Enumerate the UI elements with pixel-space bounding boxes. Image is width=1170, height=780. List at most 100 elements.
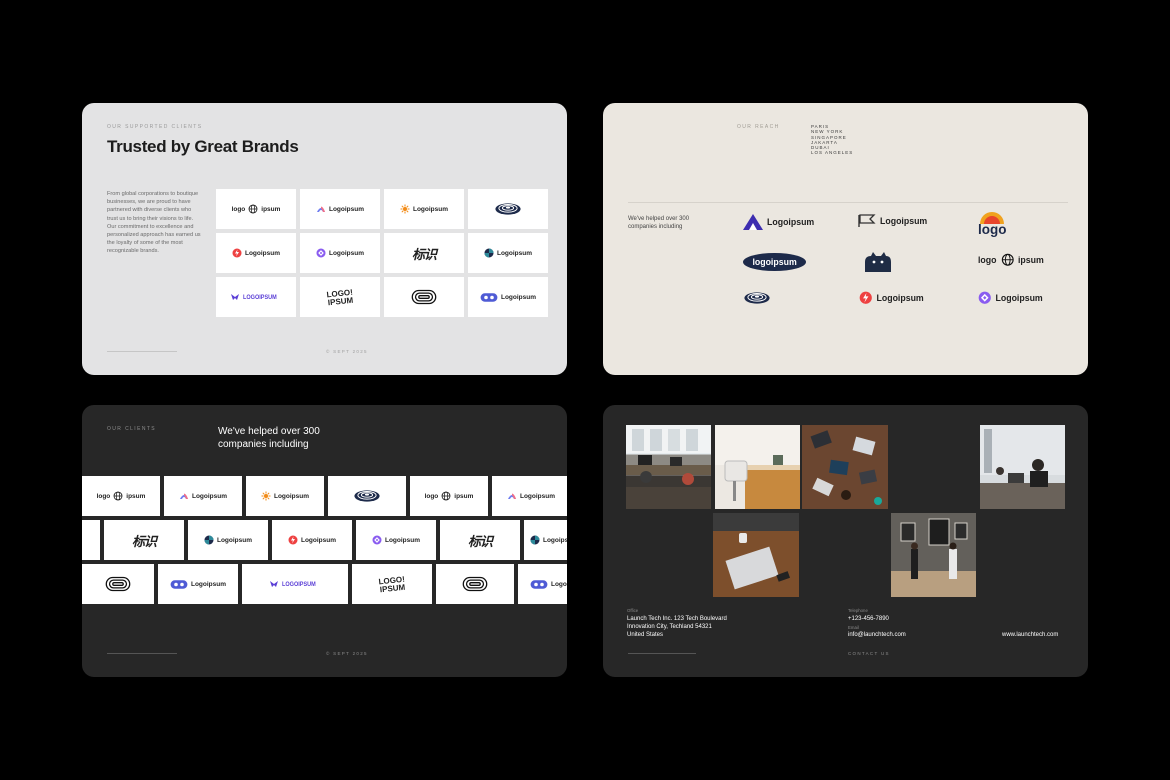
meeting-photo: [980, 425, 1065, 509]
logo-text: Logoipsum: [216, 536, 253, 544]
logo-text: Logoipsum: [995, 292, 1043, 303]
sun-icon: [400, 204, 410, 214]
logo-tile: LOGO! IPSUM: [352, 564, 432, 604]
client-logo: Logoipsum: [978, 291, 1043, 305]
pill-icon: [530, 579, 548, 590]
logo-tile: LOGOIPSUM: [242, 564, 348, 604]
arch-icon: [179, 491, 189, 501]
logo-text: logo: [424, 492, 439, 500]
logo-tile: Logoipsum: [164, 476, 242, 516]
bird-icon: [269, 579, 279, 589]
maze-icon: [105, 576, 131, 592]
logo-text: logo: [231, 205, 246, 213]
slide-our-reach: OUR REACH PARIS NEW YORK SINGAPORE JAKAR…: [603, 103, 1088, 375]
globe-icon: [248, 204, 258, 214]
globe-icon: [1001, 253, 1015, 267]
client-logo: logo: [978, 212, 1007, 236]
logo-tile: [82, 520, 100, 560]
logo-text: ipsum: [261, 205, 281, 213]
email-label: Email: [848, 625, 859, 630]
oval-badge-icon: logoipsum: [743, 253, 807, 272]
maze-icon: [462, 576, 488, 592]
client-logo: [863, 252, 893, 272]
logo-text: Logoipsum: [767, 217, 815, 227]
arch-icon: [316, 204, 326, 214]
logo-tile: Logoipsum: [492, 476, 567, 516]
footer-label: CONTACT US: [848, 651, 890, 656]
slide-clients-marquee: OUR CLIENTS We've helped over 300 compan…: [82, 405, 567, 677]
slide-contact: Office Launch Tech Inc. 123 Tech Bouleva…: [603, 405, 1088, 677]
logo-text: Logoipsum: [328, 205, 365, 213]
client-logo: Logoipsum: [743, 214, 814, 230]
diamond-icon: [372, 535, 382, 545]
eyebrow-label: OUR SUPPORTED CLIENTS: [107, 124, 203, 130]
swirl-icon: [484, 248, 494, 258]
globe-icon: [113, 491, 123, 501]
logo-row: Logoipsum LOGOIPSUM LOGO!IPSUM Logoipsum: [82, 564, 567, 604]
logo-text: ipsum: [454, 492, 474, 500]
swirl-icon: [204, 535, 214, 545]
logo-text: Logoipsum: [542, 536, 567, 544]
diamond-icon: [316, 248, 326, 258]
logo-tile: Logoipsum: [518, 564, 567, 604]
logo-tile: Logoipsum: [300, 233, 380, 273]
logo-tile: Logoipsum: [524, 520, 567, 560]
logo-text: 标识: [131, 533, 157, 549]
slide-trusted-brands: OUR SUPPORTED CLIENTS Trusted by Great B…: [82, 103, 567, 375]
logo-tile: [468, 189, 548, 229]
logo-tile: [328, 476, 406, 516]
logo-text: Logoipsum: [412, 205, 449, 213]
logo-tile: logo ipsum: [216, 189, 296, 229]
divider: [628, 653, 696, 654]
client-logo: Logoipsum: [859, 291, 924, 305]
eyebrow-label: OUR CLIENTS: [107, 426, 157, 432]
telephone-number[interactable]: +123-456-7890: [848, 615, 889, 623]
logo-tile: Logoipsum: [468, 277, 548, 317]
client-logo: [743, 291, 771, 305]
cat-icon: [863, 252, 893, 272]
client-logo: logoipsum: [743, 253, 807, 272]
telephone-label: Telephone: [848, 608, 868, 613]
logo-tile: 标识: [384, 233, 464, 273]
logo-tile: Logoipsum: [272, 520, 352, 560]
rings-icon: [743, 291, 771, 305]
logo-tile: Logoipsum: [384, 189, 464, 229]
flag-icon: [858, 214, 876, 228]
city-list: PARIS NEW YORK SINGAPORE JAKARTA DUBAI L…: [811, 124, 853, 156]
website-link[interactable]: www.launchtech.com: [1002, 631, 1058, 639]
logo-text: 标识: [467, 533, 493, 549]
logo-text: Logoipsum: [191, 492, 228, 500]
logo-text: Logoipsum: [190, 580, 227, 588]
logo-tile: Logoipsum: [188, 520, 268, 560]
bolt-icon: [232, 248, 242, 258]
logo-tile: [82, 564, 154, 604]
logo-text: logo: [978, 254, 997, 265]
logo-text: ipsum: [1018, 254, 1044, 265]
bolt-icon: [859, 291, 873, 305]
logo-tile: [436, 564, 514, 604]
mountain-icon: [743, 214, 763, 230]
logo-text: LOGOIPSUM: [281, 580, 316, 588]
email-address[interactable]: info@launchtech.com: [848, 631, 906, 639]
logo-text: Logoipsum: [384, 536, 421, 544]
logo-tile: logo ipsum: [82, 476, 160, 516]
eyebrow-label: OUR REACH: [737, 124, 780, 130]
logo-tile: Logoipsum: [216, 233, 296, 273]
rings-icon: [494, 202, 522, 216]
logo-text: Logoipsum: [496, 249, 533, 257]
logo-text: logoipsum: [752, 257, 797, 268]
logo-tile: 标识: [104, 520, 184, 560]
logo-text: Logoipsum: [876, 292, 924, 303]
logo-tile: Logoipsum: [246, 476, 324, 516]
logo-row: logo ipsum Logoipsum Logoipsum logo ipsum Logo…: [82, 476, 567, 516]
logo-tile: 标识: [440, 520, 520, 560]
office-label: Office: [627, 608, 639, 613]
footer-date: © SEPT 2025: [326, 349, 368, 354]
logo-text: Logoipsum: [328, 249, 365, 257]
office-address: Launch Tech Inc. 123 Tech Boulevard Inno…: [627, 616, 727, 638]
logo-tile: logo ipsum: [410, 476, 488, 516]
swirl-icon: [530, 535, 540, 545]
client-logo: Logoipsum: [858, 214, 927, 228]
lead-text: We've helped over 300 companies includin…: [218, 426, 320, 450]
logo-tile: Logoipsum: [468, 233, 548, 273]
